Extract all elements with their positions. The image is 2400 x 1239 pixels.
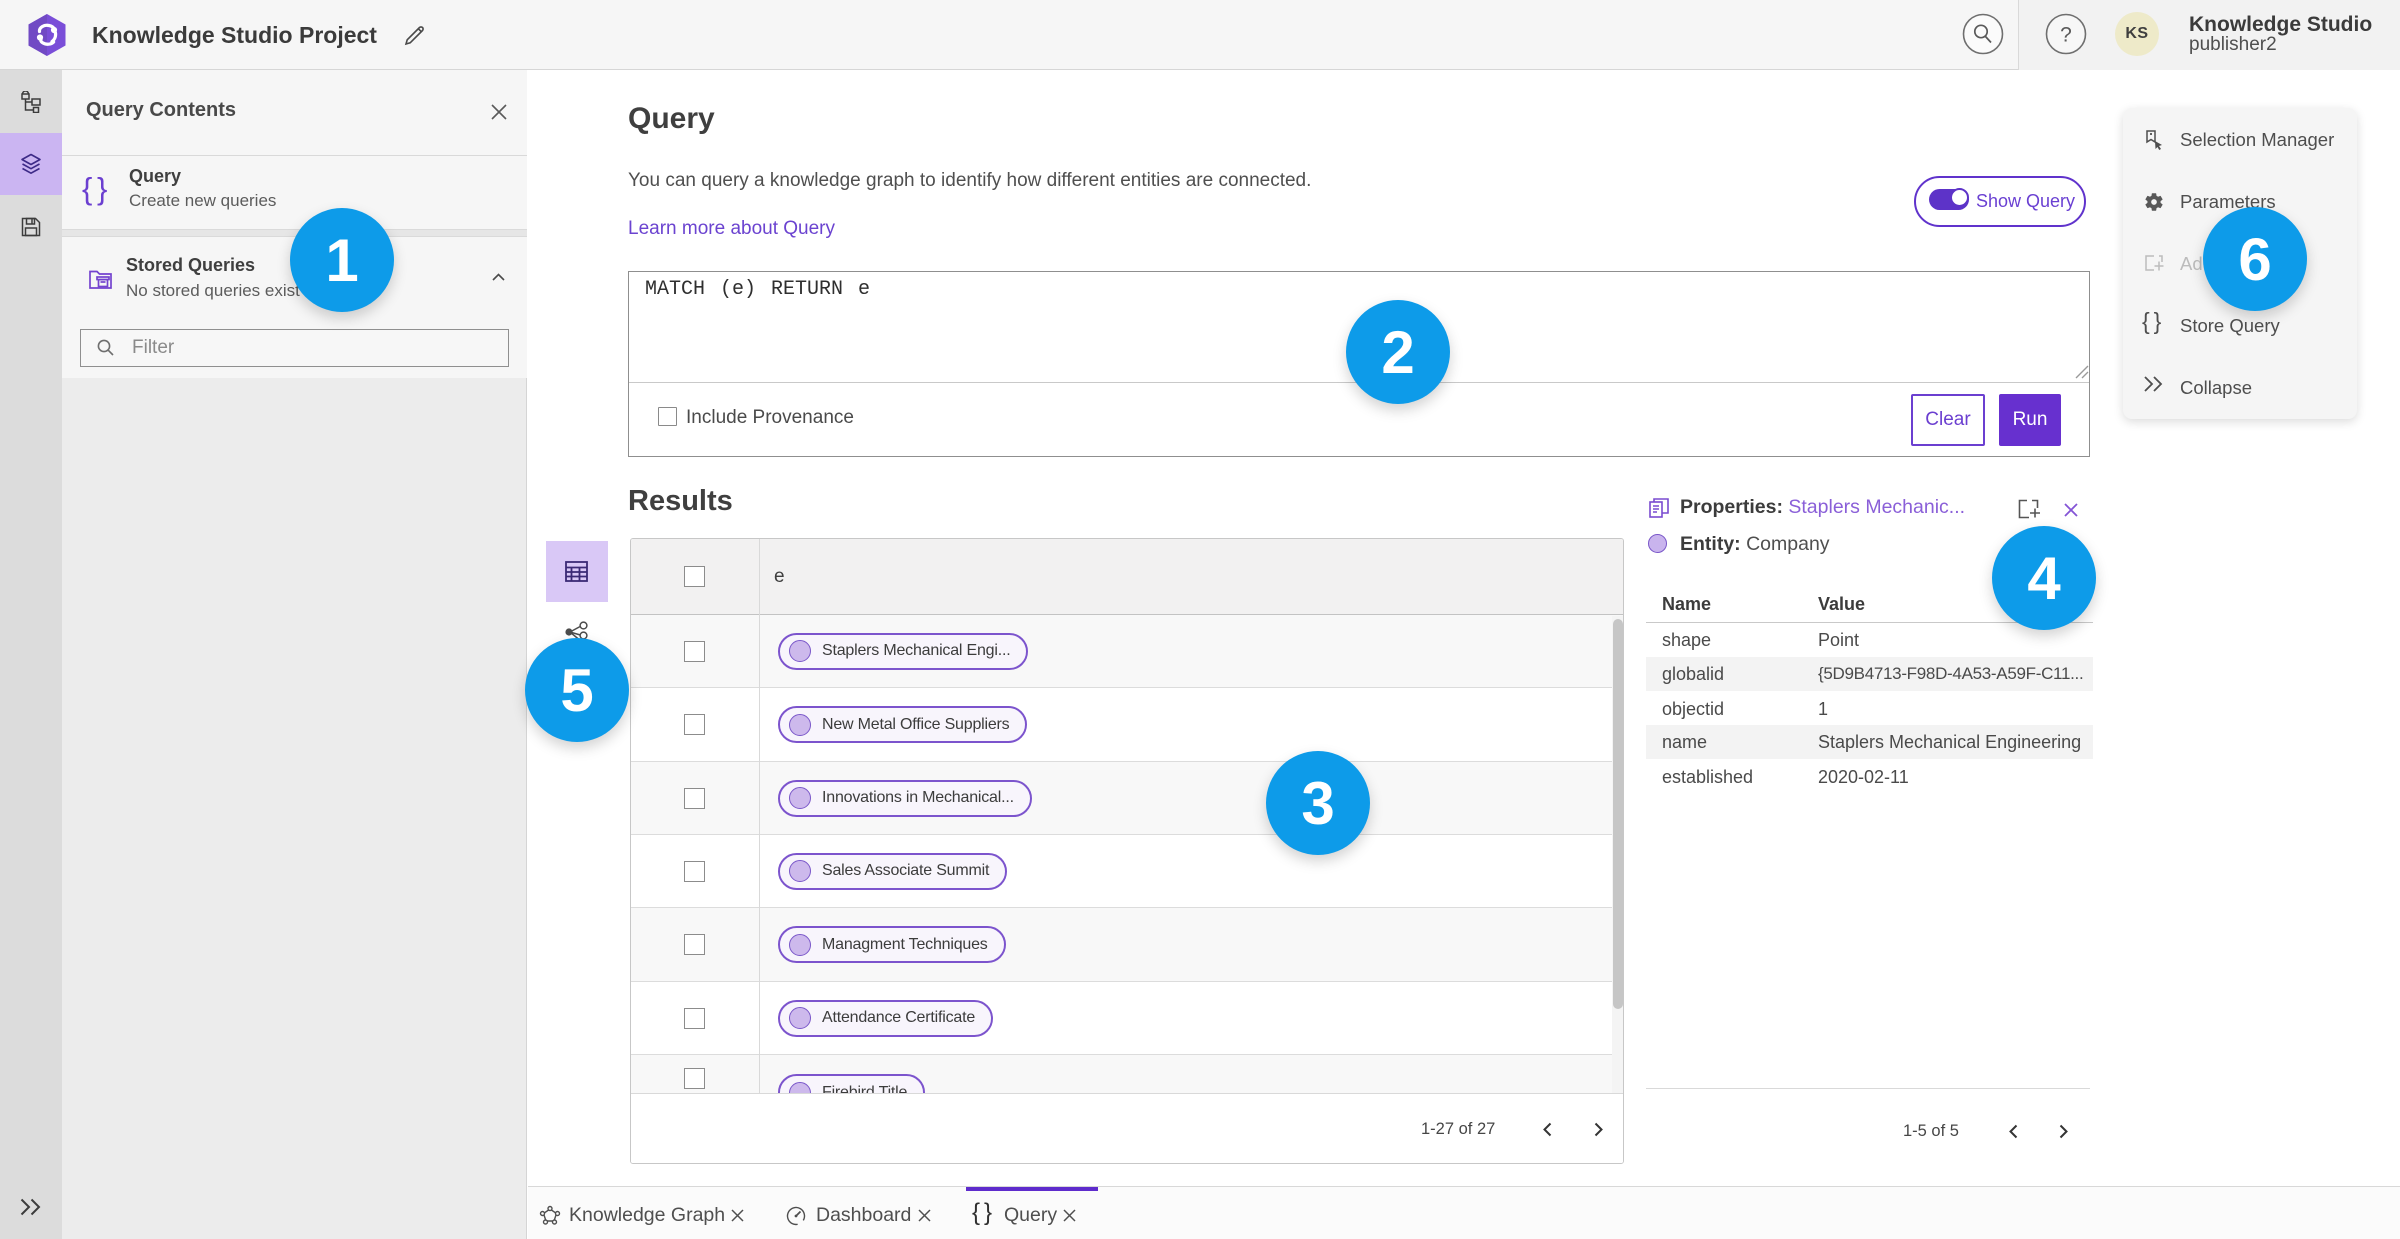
svg-text:?: ? xyxy=(2060,24,2072,47)
